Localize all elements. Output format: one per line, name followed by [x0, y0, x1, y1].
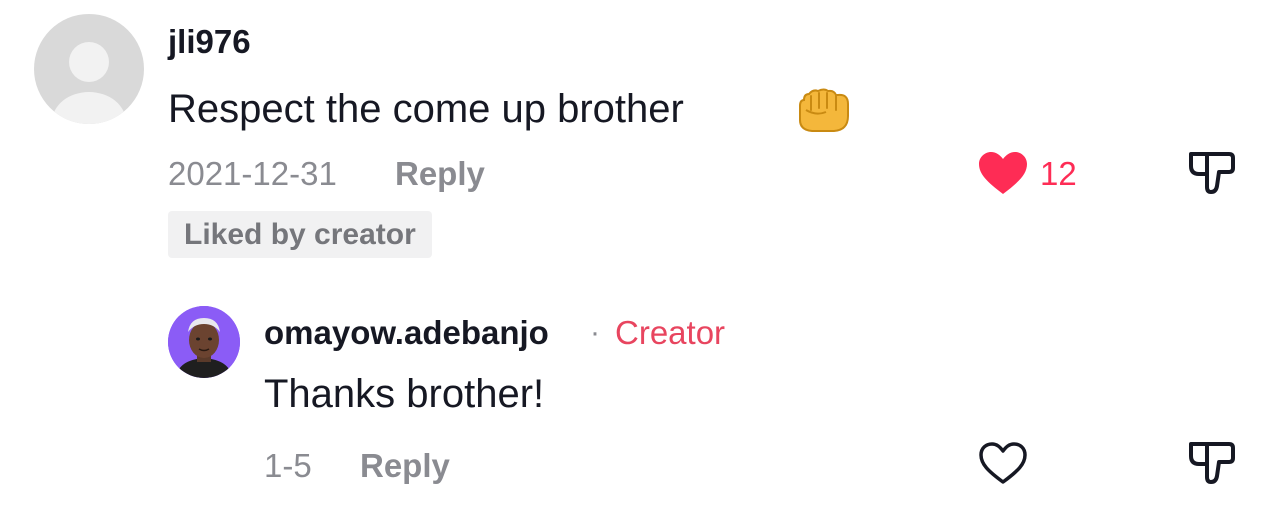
comment-username[interactable]: jli976 [168, 22, 251, 62]
thumbs-down-icon[interactable] [1187, 150, 1237, 196]
creator-separator: · [590, 316, 600, 349]
comment-date: 2021-12-31 [168, 155, 337, 192]
thumbs-down-icon[interactable] [1187, 440, 1237, 486]
reply-button[interactable]: Reply [360, 446, 450, 486]
reply-text: Thanks brother! [264, 372, 545, 416]
heart-outline-icon[interactable] [977, 440, 1029, 486]
reply-button[interactable]: Reply [395, 154, 485, 194]
creator-tag: Creator [615, 314, 726, 351]
creator-avatar[interactable] [168, 306, 240, 378]
avatar-head-shape [69, 42, 109, 82]
avatar[interactable] [34, 14, 144, 124]
like-count: 12 [1040, 155, 1077, 192]
reply-date: 1-5 [264, 447, 312, 484]
liked-by-creator-badge: Liked by creator [168, 211, 432, 258]
creator-avatar-image [168, 306, 240, 378]
fist-emoji-icon [799, 88, 849, 132]
comment-thread: jli976 Respect the come up brother 2021-… [0, 0, 1284, 524]
avatar-body-shape [52, 92, 126, 124]
heart-filled-icon[interactable] [977, 150, 1029, 196]
reply-username[interactable]: omayow.adebanjo [264, 313, 549, 353]
comment-text: Respect the come up brother [168, 87, 684, 131]
